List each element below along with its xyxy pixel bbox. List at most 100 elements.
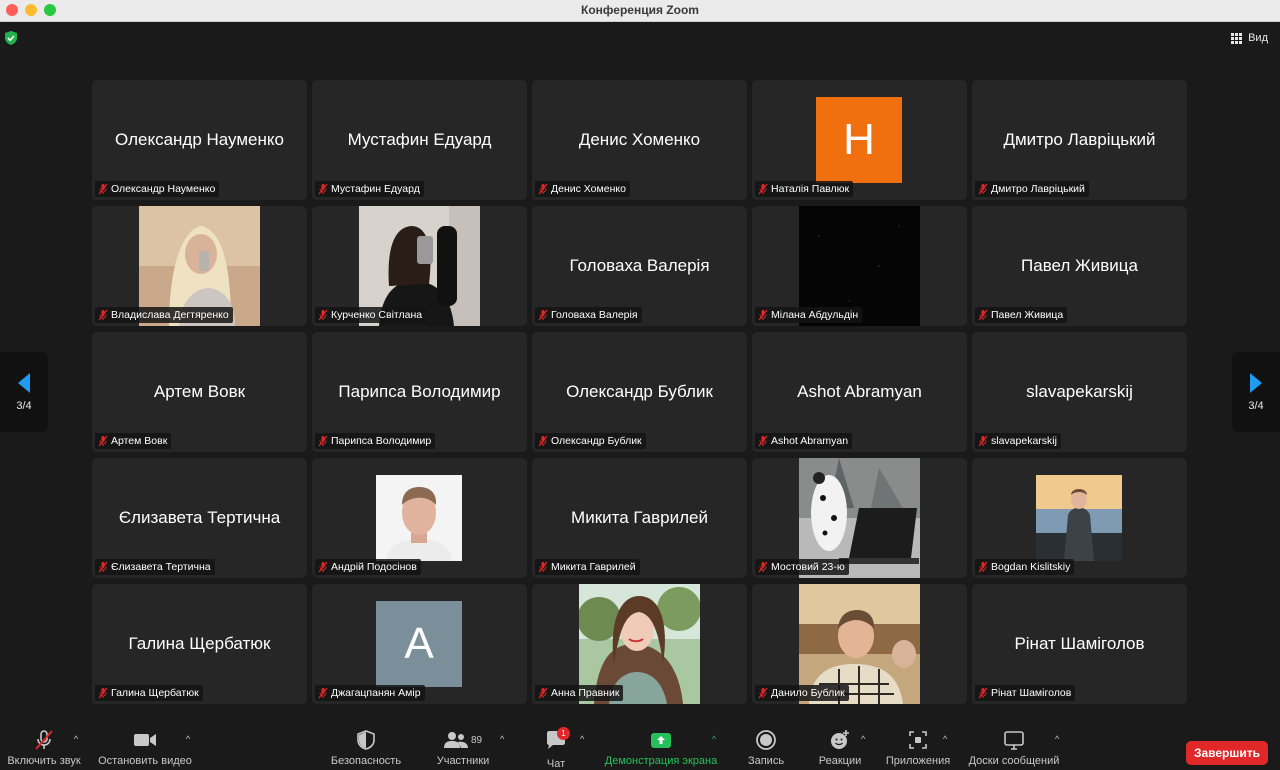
participant-name-label: Bogdan Kislitskiy bbox=[975, 559, 1075, 575]
participant-name: Микита Гаврилей bbox=[551, 561, 636, 573]
participant-name-label: Микита Гаврилей bbox=[535, 559, 640, 575]
participants-options-caret-icon[interactable]: ^ bbox=[500, 734, 504, 744]
participant-name: Мустафин Едуард bbox=[331, 183, 420, 195]
participants-button[interactable]: 89 Участники bbox=[430, 729, 496, 769]
window-titlebar: Конференция Zoom bbox=[0, 0, 1280, 22]
participant-name: Дмитро Лаврiцький bbox=[991, 183, 1085, 195]
next-page-button[interactable]: 3/4 bbox=[1232, 352, 1280, 432]
participant-tile[interactable]: Парипса Володимир Парипса Володимир bbox=[312, 332, 527, 452]
participant-name: Олександр Науменко bbox=[111, 183, 216, 195]
apps-icon bbox=[909, 731, 927, 749]
participant-tile[interactable]: Данило Бублик bbox=[752, 584, 967, 704]
participant-name-label: slavapekarskij bbox=[975, 433, 1061, 449]
participant-tile[interactable]: Денис Хоменко Денис Хоменко bbox=[532, 80, 747, 200]
mic-muted-icon bbox=[538, 435, 548, 447]
security-label: Безопасность bbox=[330, 755, 402, 767]
participant-name-label: Павел Живица bbox=[975, 307, 1068, 323]
avatar: A bbox=[376, 601, 462, 687]
grid-view-icon bbox=[1231, 32, 1243, 44]
mic-muted-icon bbox=[98, 183, 108, 195]
participant-tile[interactable]: Павел Живица Павел Живица bbox=[972, 206, 1187, 326]
participant-name: Галина Щербатюк bbox=[111, 687, 199, 699]
share-screen-label: Демонстрация экрана bbox=[604, 755, 718, 767]
avatar-initial: A bbox=[404, 619, 434, 668]
mic-muted-icon bbox=[98, 561, 108, 573]
participant-tile[interactable]: Анна Правник bbox=[532, 584, 747, 704]
video-gallery: Олександр Науменко Олександр Науменко Муст… bbox=[92, 80, 1187, 704]
mic-muted-icon bbox=[318, 435, 328, 447]
participant-tile[interactable]: Головаха Валерія Головаха Валерія bbox=[532, 206, 747, 326]
participants-count: 89 bbox=[470, 734, 483, 746]
participant-tile[interactable]: Єлизавета Тертична Єлизавета Тертична bbox=[92, 458, 307, 578]
chat-button[interactable]: 1 Чат bbox=[536, 727, 576, 770]
participant-tile[interactable]: Н Наталія Павлюк bbox=[752, 80, 967, 200]
unmute-button[interactable]: Включить звук bbox=[4, 729, 84, 769]
participant-tile[interactable]: Дмитро Лаврiцький Дмитро Лаврiцький bbox=[972, 80, 1187, 200]
view-label: Вид bbox=[1248, 32, 1268, 44]
share-options-caret-icon[interactable]: ^ bbox=[712, 734, 716, 744]
participant-display-name: Ashot Abramyan bbox=[797, 382, 922, 401]
previous-page-button[interactable]: 3/4 bbox=[0, 352, 48, 432]
stop-video-button[interactable]: Остановить видео bbox=[97, 729, 193, 769]
participant-tile[interactable]: Мостовий 23-ю bbox=[752, 458, 967, 578]
participant-name-label: Дмитро Лаврiцький bbox=[975, 181, 1089, 197]
reactions-options-caret-icon[interactable]: ^ bbox=[861, 734, 865, 744]
participant-name-label: Рінат Шамiголов bbox=[975, 685, 1076, 701]
share-screen-button[interactable]: Демонстрация экрана bbox=[600, 729, 722, 769]
mic-muted-icon bbox=[758, 561, 768, 573]
stop-video-label: Остановить видео bbox=[98, 755, 192, 767]
whiteboards-options-caret-icon[interactable]: ^ bbox=[1055, 734, 1059, 744]
participant-tile[interactable]: Ashot Abramyan Ashot Abramyan bbox=[752, 332, 967, 452]
participant-name-label: Владислава Дегтяренко bbox=[95, 307, 233, 323]
participant-name: Денис Хоменко bbox=[551, 183, 626, 195]
participant-tile[interactable]: Артем Вовк Артем Вовк bbox=[92, 332, 307, 452]
window-title: Конференция Zoom bbox=[581, 3, 699, 17]
participant-tile[interactable]: Рінат Шамiголов Рінат Шамiголов bbox=[972, 584, 1187, 704]
audio-options-caret-icon[interactable]: ^ bbox=[74, 734, 78, 744]
participant-name: Андрій Подосінов bbox=[331, 561, 417, 573]
reactions-button[interactable]: Реакции bbox=[816, 729, 864, 769]
chat-label: Чат bbox=[546, 758, 566, 770]
mic-muted-icon bbox=[318, 687, 328, 699]
participant-name: Наталія Павлюк bbox=[771, 183, 850, 195]
video-options-caret-icon[interactable]: ^ bbox=[186, 734, 190, 744]
mic-muted-icon bbox=[978, 183, 988, 195]
participant-display-name: Єлизавета Тертична bbox=[118, 508, 281, 527]
participant-display-name: Микита Гаврилей bbox=[571, 508, 708, 527]
participant-name: Олександр Бублик bbox=[551, 435, 642, 447]
record-button[interactable]: Запись bbox=[744, 729, 788, 769]
view-button[interactable]: Вид bbox=[1231, 30, 1268, 46]
participant-tile[interactable]: Галина Щербатюк Галина Щербатюк bbox=[92, 584, 307, 704]
apps-options-caret-icon[interactable]: ^ bbox=[943, 734, 947, 744]
participant-name-label: Мiлана Абдульдiн bbox=[755, 307, 863, 323]
participant-tile[interactable]: Олександр Бублик Олександр Бублик bbox=[532, 332, 747, 452]
participant-tile[interactable]: Bogdan Kislitskiy bbox=[972, 458, 1187, 578]
participant-tile[interactable]: slavapekarskij slavapekarskij bbox=[972, 332, 1187, 452]
participant-tile[interactable]: Мустафин Едуард Мустафин Едуард bbox=[312, 80, 527, 200]
participant-tile[interactable]: Курченко Світлана bbox=[312, 206, 527, 326]
participant-name: Єлизавета Тертична bbox=[111, 561, 211, 573]
participant-tile[interactable]: Андрій Подосінов bbox=[312, 458, 527, 578]
whiteboards-button[interactable]: Доски сообщений bbox=[964, 729, 1064, 769]
chat-options-caret-icon[interactable]: ^ bbox=[580, 734, 584, 744]
participant-tile[interactable]: Микита Гаврилей Микита Гаврилей bbox=[532, 458, 747, 578]
mic-muted-icon bbox=[318, 183, 328, 195]
avatar-initial: Н bbox=[843, 115, 875, 164]
participant-name: Ashot Abramyan bbox=[771, 435, 849, 447]
end-meeting-button[interactable]: Завершить bbox=[1186, 741, 1268, 765]
page-indicator-right: 3/4 bbox=[1248, 400, 1264, 412]
mic-muted-icon bbox=[98, 687, 108, 699]
arrow-left-icon bbox=[18, 373, 30, 393]
participant-tile[interactable]: Владислава Дегтяренко bbox=[92, 206, 307, 326]
participant-name-label: Ashot Abramyan bbox=[755, 433, 853, 449]
participant-tile[interactable]: Мiлана Абдульдiн bbox=[752, 206, 967, 326]
participant-name-label: Олександр Науменко bbox=[95, 181, 220, 197]
mic-muted-icon bbox=[318, 309, 328, 321]
apps-label: Приложения bbox=[885, 755, 951, 767]
participant-tile[interactable]: A Джагацпанян Амiр bbox=[312, 584, 527, 704]
participant-tile[interactable]: Олександр Науменко Олександр Науменко bbox=[92, 80, 307, 200]
encryption-shield-icon[interactable] bbox=[4, 30, 18, 46]
security-button[interactable]: Безопасность bbox=[328, 729, 404, 769]
participant-name-label: Андрій Подосінов bbox=[315, 559, 421, 575]
record-icon bbox=[756, 730, 776, 750]
